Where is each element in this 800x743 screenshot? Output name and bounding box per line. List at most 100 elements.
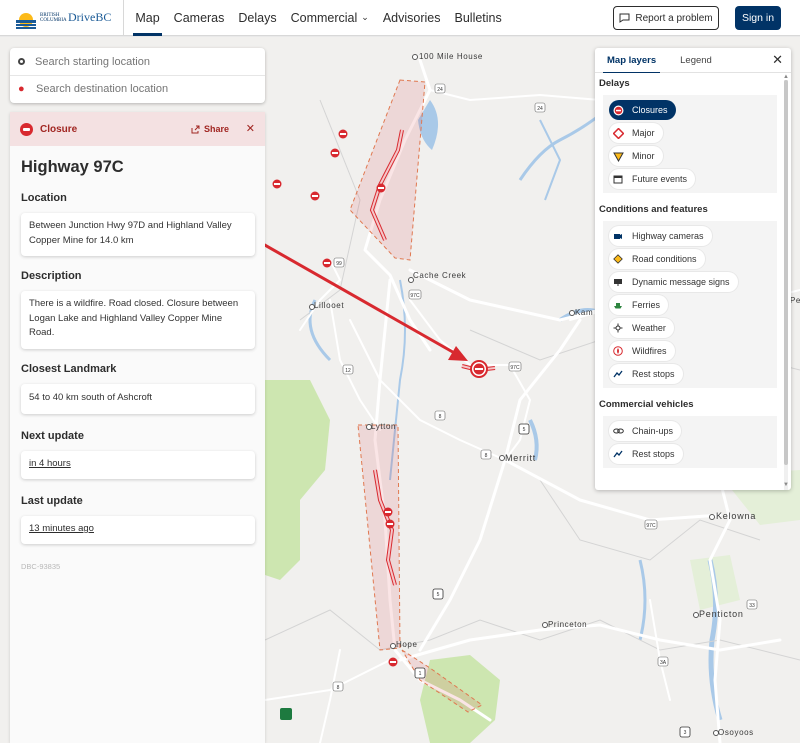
nav-cameras-label: Cameras xyxy=(173,10,225,25)
svg-text:33: 33 xyxy=(749,603,755,609)
group-title-conditions: Conditions and features xyxy=(595,199,791,221)
close-layers-icon[interactable]: ✕ xyxy=(772,52,783,68)
minor-icon xyxy=(612,150,624,162)
layer-chain-ups[interactable]: Chain-ups xyxy=(609,421,682,441)
rest-stop-icon xyxy=(612,448,624,460)
layer-closures-label: Closures xyxy=(632,105,668,115)
landmark-text: 54 to 40 km south of Ashcroft xyxy=(29,392,153,403)
layers-tabs: Map layers Legend ✕ xyxy=(595,48,791,74)
layer-weather-label: Weather xyxy=(632,323,666,333)
nav-bulletins[interactable]: Bulletins xyxy=(448,0,509,36)
last-update-link[interactable]: 13 minutes ago xyxy=(29,523,94,534)
layer-road-conditions-label: Road conditions xyxy=(632,254,697,264)
place-100-mile-house: 100 Mile House xyxy=(419,52,483,61)
svg-text:99: 99 xyxy=(336,261,342,267)
nav-commercial[interactable]: Commercial ⌄ xyxy=(284,0,376,36)
highway-24 xyxy=(429,89,601,101)
wildfire-icon xyxy=(612,345,624,357)
destination-location-input[interactable] xyxy=(36,83,256,95)
next-update-link[interactable]: in 4 hours xyxy=(29,458,71,469)
svg-text:3: 3 xyxy=(684,730,687,736)
nav-delays[interactable]: Delays xyxy=(231,0,283,36)
nav-map-label: Map xyxy=(135,10,160,25)
place-partial: Pe xyxy=(790,296,800,305)
svg-text:8: 8 xyxy=(439,414,442,420)
layer-dynamic-message-signs[interactable]: Dynamic message signs xyxy=(609,272,738,292)
layer-highway-cameras[interactable]: Highway cameras xyxy=(609,226,712,246)
main-nav: Map Cameras Delays Commercial ⌄ Advisorie… xyxy=(128,0,508,36)
layer-road-conditions[interactable]: Road conditions xyxy=(609,249,705,269)
nav-commercial-label: Commercial xyxy=(290,10,358,25)
dest-location-row: ● xyxy=(10,75,265,102)
logo-gov-text: BRITISH COLUMBIA xyxy=(40,12,67,23)
layers-scrollbar-thumb[interactable] xyxy=(784,80,788,465)
highway-5 xyxy=(503,318,582,462)
camera-icon xyxy=(612,230,624,242)
park-marker-icon[interactable] xyxy=(280,708,292,720)
tab-legend[interactable]: Legend xyxy=(668,48,724,73)
nav-map[interactable]: Map xyxy=(128,0,166,36)
layer-highway-cameras-label: Highway cameras xyxy=(632,231,704,241)
layer-major-label: Major xyxy=(632,128,655,138)
layer-commercial-rest-stops-label: Rest stops xyxy=(632,449,675,459)
highway-3 xyxy=(398,623,782,662)
scroll-down-arrow-icon[interactable]: ▼ xyxy=(783,482,789,488)
sign-in-button[interactable]: Sign in xyxy=(735,6,781,30)
tab-map-layers[interactable]: Map layers xyxy=(595,48,668,74)
svg-text:8: 8 xyxy=(485,453,488,459)
svg-text:5: 5 xyxy=(523,427,526,433)
layer-rest-stops[interactable]: Rest stops xyxy=(609,364,683,384)
layer-minor[interactable]: Minor xyxy=(609,146,663,166)
layer-closures[interactable]: Closures xyxy=(609,100,676,120)
scroll-up-arrow-icon[interactable]: ▲ xyxy=(783,74,789,80)
svg-text:24: 24 xyxy=(437,87,443,93)
nav-advisories[interactable]: Advisories xyxy=(376,0,448,36)
location-card: Between Junction Hwy 97D and Highland Va… xyxy=(21,213,255,256)
local-road xyxy=(264,659,391,701)
highway-5-coq xyxy=(418,458,507,652)
last-update-card: 13 minutes ago xyxy=(21,516,255,544)
place-cache-creek: Cache Creek xyxy=(413,271,467,280)
place-kelowna: Kelowna xyxy=(716,511,757,521)
start-location-input[interactable] xyxy=(35,55,255,68)
group-title-delays: Delays xyxy=(595,73,791,95)
description-card: There is a wildfire. Road closed. Closur… xyxy=(21,291,255,349)
chain-up-icon xyxy=(612,425,624,437)
report-problem-button[interactable]: Report a problem xyxy=(613,6,719,30)
next-update-heading: Next update xyxy=(21,430,84,442)
place-osoyoos: Osoyoos xyxy=(718,728,754,737)
svg-text:97C: 97C xyxy=(646,523,656,529)
close-panel-icon[interactable]: ✕ xyxy=(246,122,255,135)
group-title-commercial: Commercial vehicles xyxy=(595,394,791,416)
calendar-icon xyxy=(612,173,624,185)
major-icon xyxy=(612,127,624,139)
drivebc-logo[interactable]: BRITISH COLUMBIA DriveBC xyxy=(0,0,111,36)
layer-major[interactable]: Major xyxy=(609,123,663,143)
landmark-heading: Closest Landmark xyxy=(21,363,117,375)
layer-rest-stops-label: Rest stops xyxy=(632,369,675,379)
river xyxy=(539,119,562,201)
layer-weather[interactable]: Weather xyxy=(609,318,674,338)
closure-zone-south xyxy=(357,424,401,651)
layer-future-events[interactable]: Future events xyxy=(609,169,696,189)
share-button[interactable]: Share xyxy=(191,124,229,134)
layer-commercial-rest-stops[interactable]: Rest stops xyxy=(609,444,683,464)
place-princeton: Princeton xyxy=(548,620,588,629)
group-conditions: Highway cameras Road conditions Dynamic … xyxy=(603,221,777,388)
svg-text:3A: 3A xyxy=(660,660,667,666)
layer-wildfires[interactable]: Wildfires xyxy=(609,341,675,361)
nav-cameras[interactable]: Cameras xyxy=(167,0,232,36)
layer-wildfires-label: Wildfires xyxy=(632,346,667,356)
park-area xyxy=(265,380,330,580)
layer-minor-label: Minor xyxy=(632,151,655,161)
place-kamloops: Kam xyxy=(575,308,594,317)
event-title: Highway 97C xyxy=(21,158,124,176)
start-location-row xyxy=(10,48,265,75)
layer-ferries[interactable]: Ferries xyxy=(609,295,669,315)
svg-text:97C: 97C xyxy=(410,293,420,299)
svg-text:5: 5 xyxy=(437,592,440,598)
description-heading: Description xyxy=(21,270,82,282)
sign-in-label: Sign in xyxy=(741,12,775,24)
location-pin-icon: ● xyxy=(18,82,25,95)
layers-list: Delays Closures Major Minor Future event… xyxy=(595,73,791,490)
